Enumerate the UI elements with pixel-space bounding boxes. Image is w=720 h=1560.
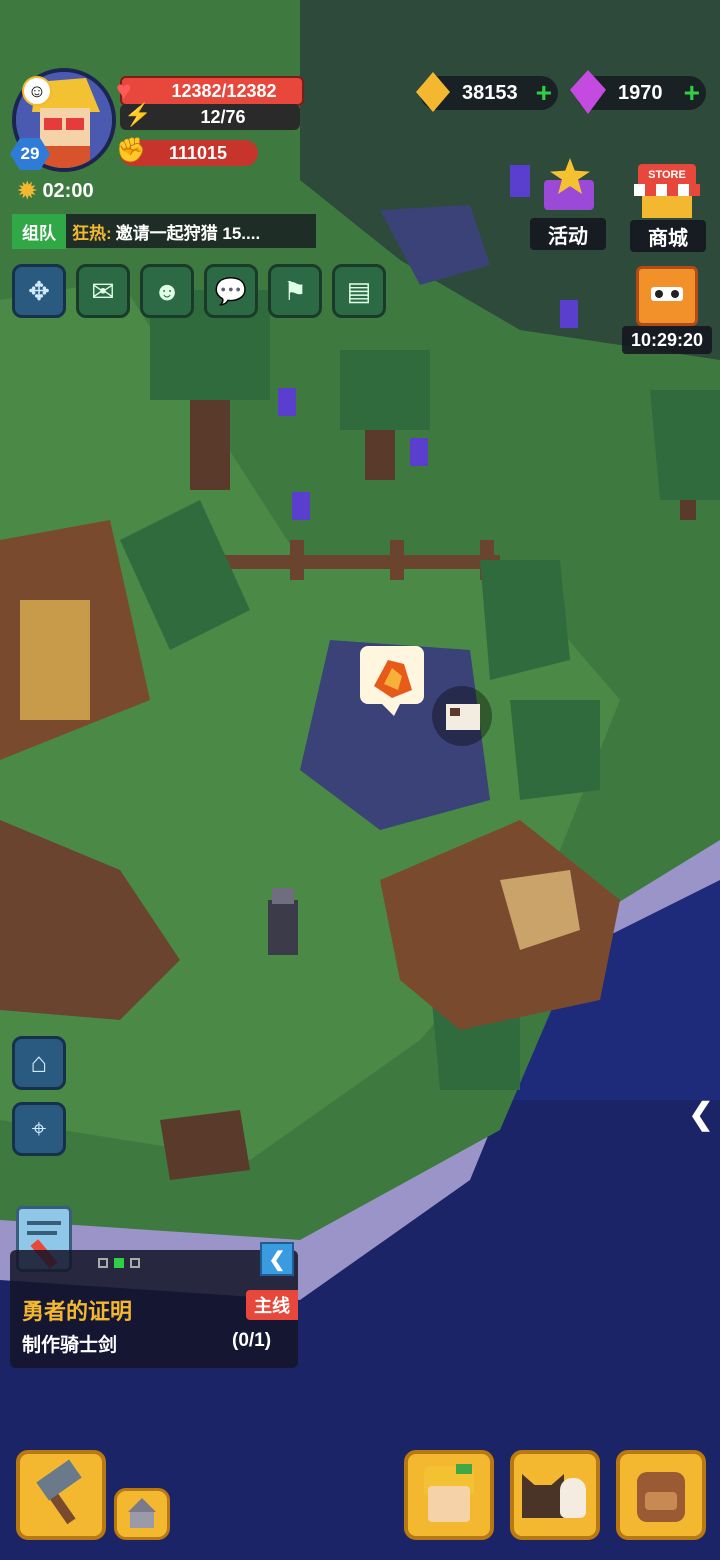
map-button[interactable]: ⚑ [268, 264, 322, 318]
events-label: 活动 [530, 218, 606, 250]
map-icon: ⚑ [283, 275, 307, 306]
energy-value: 12/76 [200, 106, 246, 127]
quest-progress: (0/1) [232, 1330, 272, 1351]
gift-box-button[interactable]: 10:29:20 [622, 266, 712, 354]
quest-badge: 主线 [246, 1290, 298, 1320]
chat-icon: 💬 [214, 275, 248, 306]
timer-value: 02:00 [42, 179, 94, 202]
gold-counter[interactable]: 38153 + [416, 72, 558, 112]
gift-timer: 10:29:20 [622, 326, 712, 354]
sun-icon: ✹ [18, 178, 37, 203]
page-indicator [98, 1258, 140, 1268]
chat-button[interactable]: 💬 [204, 264, 258, 318]
emoji-bubble-icon[interactable]: ☺ [22, 76, 52, 106]
quest-task: 制作骑士剑 [22, 1335, 118, 1356]
clipboard-button[interactable]: ▤ [332, 264, 386, 318]
energy-bar: ⚡ 12/76 [120, 102, 300, 130]
power-value: 111015 [168, 142, 228, 163]
hammer-icon [31, 1459, 91, 1525]
hp-value: 12382/12382 [171, 80, 277, 101]
quest-panel[interactable]: ❮ 勇者的证明 主线 制作骑士剑 (0/1) [10, 1242, 298, 1368]
backpack-button[interactable] [616, 1450, 706, 1540]
craft-button[interactable] [16, 1450, 106, 1540]
location-pin-icon: ⌖ [31, 1113, 47, 1143]
chevron-left-icon: ❮ [268, 1248, 286, 1271]
gift-box-icon [636, 266, 698, 326]
events-button[interactable]: 活动 [528, 158, 608, 250]
clipboard-icon: ▤ [346, 275, 372, 306]
location-button[interactable]: ⌖ [12, 1102, 66, 1156]
gem-value: 1970 [618, 81, 663, 104]
expand-button[interactable]: ✥ [12, 264, 66, 318]
quest-title: 勇者的证明 [22, 1299, 133, 1324]
mail-icon: ✉ [91, 275, 115, 307]
backpack-icon [631, 1464, 691, 1526]
friends-icon: ☻ [153, 275, 181, 306]
quest-collapse-button[interactable]: ❮ [260, 1242, 294, 1276]
expand-icon: ✥ [28, 275, 50, 306]
build-icon [124, 1498, 160, 1530]
pets-button[interactable] [510, 1450, 600, 1540]
muscle-icon: ✊ [116, 137, 146, 164]
friends-button[interactable]: ☻ [140, 264, 194, 318]
home-button[interactable]: ⌂ [12, 1036, 66, 1090]
build-button[interactable] [114, 1488, 170, 1540]
home-icon: ⌂ [30, 1047, 48, 1078]
chat-message: 邀请一起狩猎 15.... [115, 223, 261, 243]
mail-button[interactable]: ✉ [76, 264, 130, 318]
pets-icon [520, 1464, 590, 1526]
timer: ✹ 02:00 [18, 178, 94, 204]
gold-value: 38153 [462, 81, 518, 104]
hero-button[interactable] [404, 1450, 494, 1540]
add-gem-icon[interactable]: + [684, 77, 700, 109]
team-tag: 组队 [12, 213, 66, 249]
gem-counter[interactable]: 1970 + [570, 70, 706, 114]
level-value: 29 [20, 144, 40, 163]
lightning-icon: ⚡ [124, 102, 152, 127]
power-bar: ✊ 111015 [116, 137, 258, 166]
hero-icon [416, 1464, 482, 1526]
store-label: 商城 [630, 220, 706, 252]
trophy-gift-icon [536, 158, 600, 216]
add-gold-icon[interactable]: + [536, 77, 552, 109]
store-sign: STORE [648, 169, 686, 181]
team-chat-strip[interactable]: 组队 狂热: 邀请一起狩猎 15.... [12, 213, 316, 249]
chat-prefix: 狂热: [72, 223, 112, 243]
store-icon: STORE [632, 164, 702, 218]
store-button[interactable]: STORE 商城 [628, 160, 708, 252]
collapse-arrow-icon[interactable]: ❮ [684, 1094, 718, 1134]
